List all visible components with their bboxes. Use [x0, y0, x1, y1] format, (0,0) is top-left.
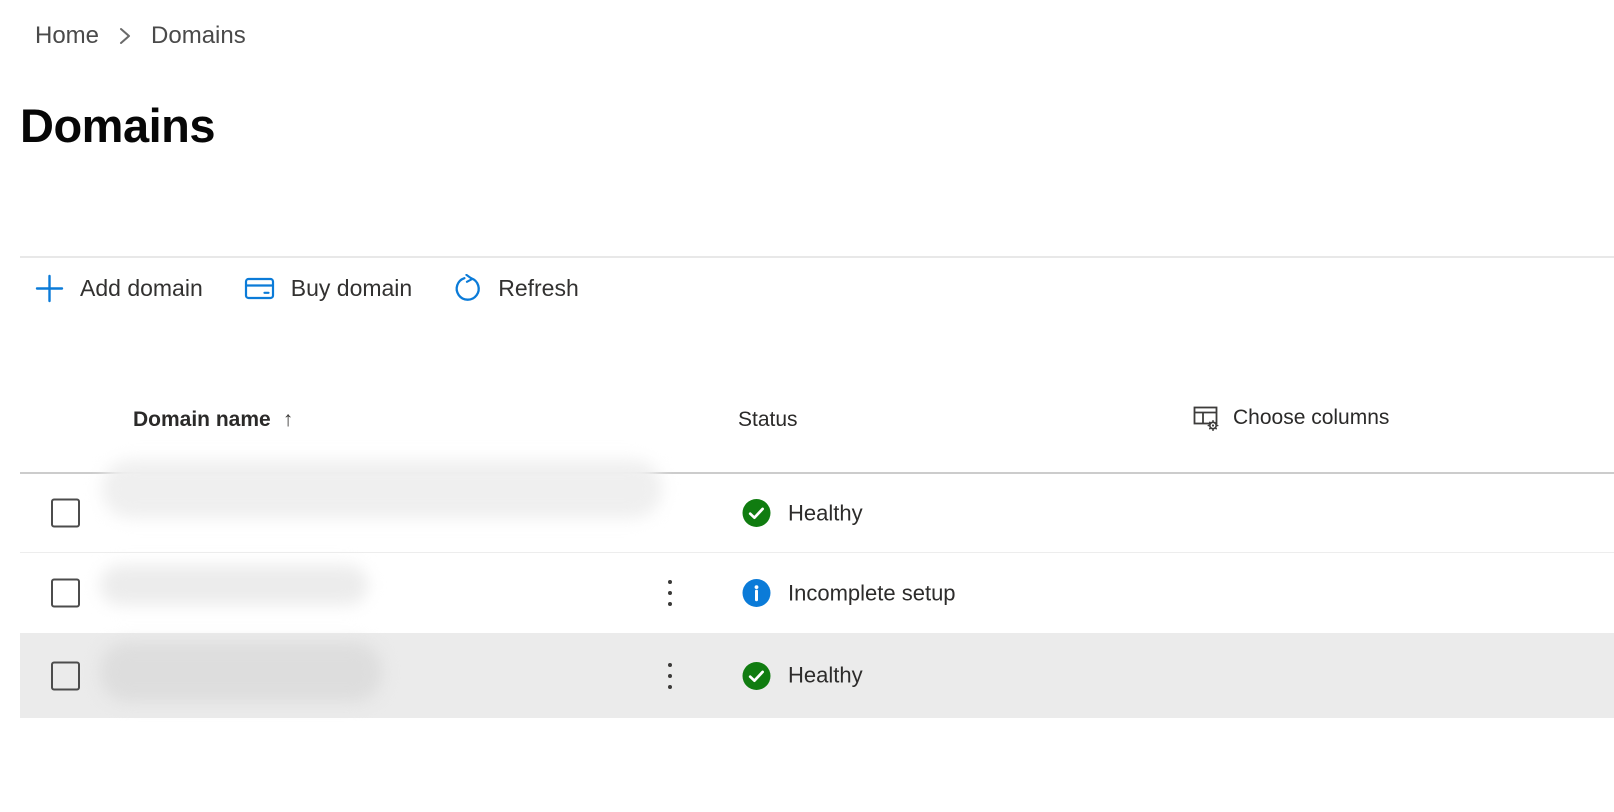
buy-domain-label: Buy domain	[291, 275, 412, 302]
breadcrumb-home[interactable]: Home	[35, 22, 99, 50]
domains-table-body: Healthy Incomplete setup	[0, 473, 1614, 718]
healthy-check-icon	[742, 661, 771, 690]
buy-domain-button[interactable]: Buy domain	[244, 275, 412, 302]
refresh-icon	[453, 274, 482, 303]
table-row: Incomplete setup	[0, 553, 1614, 633]
add-domain-button[interactable]: Add domain	[35, 274, 203, 303]
plus-icon	[35, 274, 64, 303]
column-settings-icon	[1193, 404, 1220, 432]
refresh-label: Refresh	[498, 275, 579, 302]
domain-name-header-label: Domain name	[133, 408, 271, 432]
chevron-right-icon	[118, 24, 132, 48]
page-title: Domains	[20, 98, 215, 153]
status-badge: Healthy	[742, 499, 863, 528]
choose-columns-button[interactable]: Choose columns	[1193, 404, 1389, 432]
status-badge: Healthy	[742, 661, 863, 690]
domain-name-link-redacted[interactable]	[102, 460, 662, 518]
toolbar-top-divider	[20, 256, 1614, 258]
row-more-actions-button[interactable]	[664, 659, 676, 693]
breadcrumb-domains: Domains	[151, 22, 246, 50]
status-label: Incomplete setup	[788, 580, 956, 606]
payment-card-icon	[244, 275, 275, 302]
choose-columns-label: Choose columns	[1233, 406, 1389, 430]
row-checkbox[interactable]	[51, 499, 80, 528]
info-icon	[742, 579, 771, 608]
table-row: Healthy	[0, 633, 1614, 718]
row-checkbox[interactable]	[51, 579, 80, 608]
breadcrumb: Home Domains	[35, 22, 246, 50]
domain-name-link-redacted[interactable]	[100, 565, 368, 605]
row-more-actions-button[interactable]	[664, 576, 676, 610]
domain-name-link-redacted[interactable]	[100, 642, 382, 702]
status-label: Healthy	[788, 663, 863, 689]
toolbar: Add domain Buy domain Refresh	[35, 274, 579, 303]
add-domain-label: Add domain	[80, 275, 203, 302]
column-header-domain-name[interactable]: Domain name ↑	[133, 408, 293, 432]
table-row: Healthy	[0, 473, 1614, 553]
sort-ascending-icon: ↑	[283, 408, 294, 432]
column-header-status[interactable]: Status	[738, 408, 798, 432]
status-badge: Incomplete setup	[742, 579, 956, 608]
healthy-check-icon	[742, 499, 771, 528]
refresh-button[interactable]: Refresh	[453, 274, 579, 303]
gear-icon	[1208, 421, 1217, 430]
status-label: Healthy	[788, 500, 863, 526]
row-checkbox[interactable]	[51, 661, 80, 690]
